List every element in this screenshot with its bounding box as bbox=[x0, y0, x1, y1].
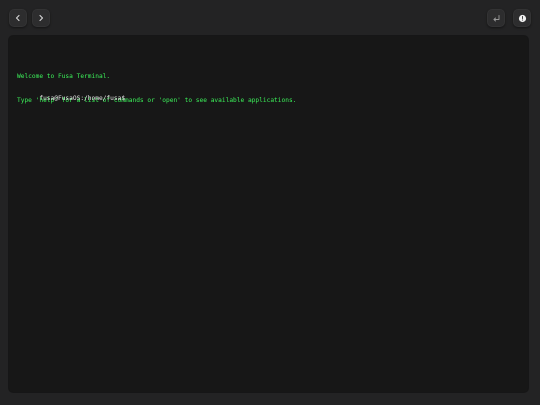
top-toolbar bbox=[0, 0, 540, 34]
info-circle-icon bbox=[518, 14, 526, 22]
command-prompt[interactable]: fusa@FusaOS:/home/fusa$ bbox=[17, 87, 125, 111]
chevron-left-icon bbox=[15, 14, 20, 22]
return-arrow-icon bbox=[493, 14, 499, 21]
forward-button[interactable] bbox=[32, 9, 50, 27]
terminal-app-window: Welcome to Fusa Terminal. Type 'help' fo… bbox=[0, 0, 540, 405]
prompt-label: fusa@FusaOS:/home/fusa$ bbox=[39, 95, 126, 102]
return-button[interactable] bbox=[487, 9, 505, 27]
info-button[interactable] bbox=[513, 9, 531, 27]
terminal-panel[interactable]: Welcome to Fusa Terminal. Type 'help' fo… bbox=[9, 36, 528, 392]
back-button[interactable] bbox=[9, 9, 27, 27]
chevron-right-icon bbox=[39, 14, 44, 22]
welcome-message: Welcome to Fusa Terminal. bbox=[17, 73, 111, 80]
